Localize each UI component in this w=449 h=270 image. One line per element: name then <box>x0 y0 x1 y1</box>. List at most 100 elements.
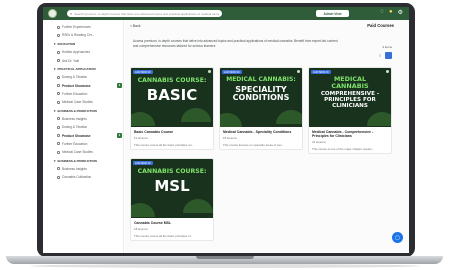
sidebar-item-label: Business Insights <box>62 117 87 122</box>
thumbnail-headline-top: MEDICAL CANNABIS <box>331 75 369 90</box>
course-lessons: 18 lessons <box>223 135 237 140</box>
document-icon <box>57 92 60 96</box>
sidebar-section-practical[interactable]: ▾ PRACTICAL APPLICATION <box>43 65 123 74</box>
thumbnail-headline-bottom: COMPREHENSIVE - PRINCIPLES FOR CLINICIAN… <box>320 91 380 109</box>
count-badge: 3 <box>117 133 122 138</box>
sidebar-item-label: Further Education <box>62 141 88 146</box>
bell-icon[interactable]: ◌ <box>380 9 384 16</box>
course-card[interactable]: AUD $000.00 MEDICAL CANNABIS: SPECIALITY… <box>219 67 303 150</box>
leaf-decoration <box>183 199 213 213</box>
leaf-decoration <box>367 112 391 126</box>
leaf-decoration <box>276 110 302 124</box>
favorite-icon[interactable] <box>297 70 300 73</box>
top-icons: ◌ ● ⚙ <box>380 9 403 16</box>
laptop-notch <box>196 256 254 259</box>
course-summary: This course covers all the basic princip… <box>134 233 193 238</box>
sidebar-item-case-studies[interactable]: Medical Case Studies <box>43 98 123 106</box>
chevron-down-icon: ▾ <box>54 158 56 163</box>
course-summary: This course covers all the basic princip… <box>134 142 194 147</box>
sidebar-section-label: BUSINESS & PRODUCTION <box>57 158 97 163</box>
course-thumbnail: AUD $000.00 CANNABIS COURSE: MSL <box>131 159 213 218</box>
course-lessons: 31 lessons <box>312 139 326 144</box>
course-card[interactable]: AUD $000.00 CANNABIS COURSE: MSL Cannabi… <box>130 158 214 241</box>
document-icon <box>57 167 60 171</box>
course-summary: This course is one of the major chapter … <box>312 146 375 151</box>
course-card[interactable]: AUD $000.00 CANNABIS COURSE: BASIC Basic… <box>130 67 214 150</box>
sidebar: Further Experiences RSEs & Reading Cer..… <box>43 20 124 253</box>
favorite-icon[interactable] <box>208 70 211 73</box>
list-view-icon[interactable]: ≡ <box>377 53 383 58</box>
sidebar-item-dosing-2[interactable]: Dosing & Titration <box>43 123 123 131</box>
course-title[interactable]: Cannabis Course MSL <box>134 221 210 225</box>
thumbnail-headline-bottom: BASIC <box>146 86 198 104</box>
sidebar-item-ask-dr[interactable]: Ask Dr. Yaki <box>43 56 123 64</box>
sidebar-item-case-studies-2[interactable]: Medical Case Studies <box>43 148 123 156</box>
document-icon <box>57 50 60 54</box>
sidebar-item-product-showcase-2[interactable]: Product Showcase 3 <box>43 131 123 139</box>
laptop-shadow <box>30 264 420 268</box>
sidebar-item-label: Product Showcase <box>62 83 91 88</box>
sidebar-item-rses[interactable]: RSEs & Reading Cer... <box>43 31 123 39</box>
chat-icon[interactable]: ▢ <box>392 232 403 243</box>
chevron-down-icon: ▾ <box>54 108 56 113</box>
sidebar-item-business-insights-2[interactable]: Business Insights <box>43 165 123 173</box>
count-badge: 3 <box>117 83 122 88</box>
search-placeholder: Search premium, in-depth courses that de… <box>74 11 219 16</box>
sidebar-item-holistic[interactable]: Holistic Approaches <box>43 48 123 56</box>
thumbnail-headline-top: MEDICAL CANNABIS: <box>226 76 296 83</box>
sidebar-item-further-education[interactable]: Further Education <box>43 90 123 98</box>
document-icon <box>57 175 60 179</box>
search-icon: ⌕ <box>70 11 73 16</box>
course-title[interactable]: Medical Cannabis - Speciality Conditions <box>223 130 299 134</box>
thumbnail-headline-top: CANNABIS COURSE: <box>137 77 207 84</box>
course-thumbnail: AUD $000.00 MEDICAL CANNABIS: SPECIALITY… <box>220 68 302 127</box>
course-card[interactable]: AUD $000.00 MEDICAL CANNABIS COMPREHENSI… <box>308 67 392 154</box>
price-tag: AUD $000.00 <box>133 70 153 74</box>
sidebar-item-dosing[interactable]: Dosing & Titration <box>43 73 123 81</box>
sidebar-item-label: Further Experiences <box>62 25 91 30</box>
items-count: 4 items <box>382 45 392 49</box>
info-icon[interactable]: ● <box>389 9 393 16</box>
app-logo[interactable] <box>48 9 57 18</box>
leaf-decoration <box>181 108 211 122</box>
thumbnail-headline-top: CANNABIS COURSE: <box>137 168 207 175</box>
back-link[interactable]: < Back <box>130 24 140 28</box>
sidebar-section-business[interactable]: ▾ BUSINESS & PRODUCTION <box>43 106 123 115</box>
sidebar-item-label: Medical Case Studies <box>62 100 93 105</box>
sidebar-item-further-education-2[interactable]: Further Education <box>43 140 123 148</box>
leaf-decoration <box>131 203 155 217</box>
sidebar-item-label: Product Showcase <box>62 133 91 138</box>
document-icon <box>57 75 60 79</box>
sidebar-item-product-showcase[interactable]: Product Showcase 3 <box>43 81 123 89</box>
leaf-decoration <box>220 113 242 127</box>
course-thumbnail: AUD $000.00 CANNABIS COURSE: BASIC <box>131 68 213 127</box>
grid-view-icon[interactable] <box>385 52 392 59</box>
sidebar-item-cultivation[interactable]: Cannabis Cultivation <box>43 173 123 181</box>
course-lessons: 18 lessons <box>134 226 148 231</box>
document-icon <box>57 58 60 62</box>
sidebar-item-further-experiences[interactable]: Further Experiences <box>43 23 123 31</box>
course-title[interactable]: Basic Cannabis Course <box>134 130 210 134</box>
main-content: < Back Paid Courses Access premium, in-d… <box>125 20 409 253</box>
course-summary: This course focuses on specialty areas o… <box>223 142 284 147</box>
sidebar-section-business-2[interactable]: ▾ BUSINESS & PRODUCTION <box>43 156 123 165</box>
document-icon <box>57 134 60 138</box>
screen: ⌕ Search premium, in-depth courses that … <box>43 7 409 253</box>
sidebar-section-label: EDUCATION <box>57 41 76 46</box>
favorite-icon[interactable] <box>386 70 389 73</box>
search-input[interactable]: ⌕ Search premium, in-depth courses that … <box>67 10 222 17</box>
sidebar-item-business-insights[interactable]: Business Insights <box>43 115 123 123</box>
document-icon <box>57 125 60 129</box>
gear-icon[interactable]: ⚙ <box>398 9 403 16</box>
page-description: Access premium, in-depth courses that de… <box>133 39 338 48</box>
course-lessons: 12 lessons <box>134 135 148 140</box>
document-icon <box>57 25 60 29</box>
top-bar: ⌕ Search premium, in-depth courses that … <box>43 7 409 20</box>
admin-view-button[interactable]: Admin View <box>316 10 349 17</box>
course-title[interactable]: Medical Cannabis - Comprehensive - Princ… <box>312 130 388 138</box>
sidebar-section-education[interactable]: ▾ EDUCATION <box>43 40 123 49</box>
sidebar-section-label: BUSINESS & PRODUCTION <box>57 108 97 113</box>
document-icon <box>57 84 60 88</box>
sidebar-item-label: Ask Dr. Yaki <box>62 58 80 63</box>
sidebar-item-label: RSEs & Reading Cer... <box>62 33 95 38</box>
